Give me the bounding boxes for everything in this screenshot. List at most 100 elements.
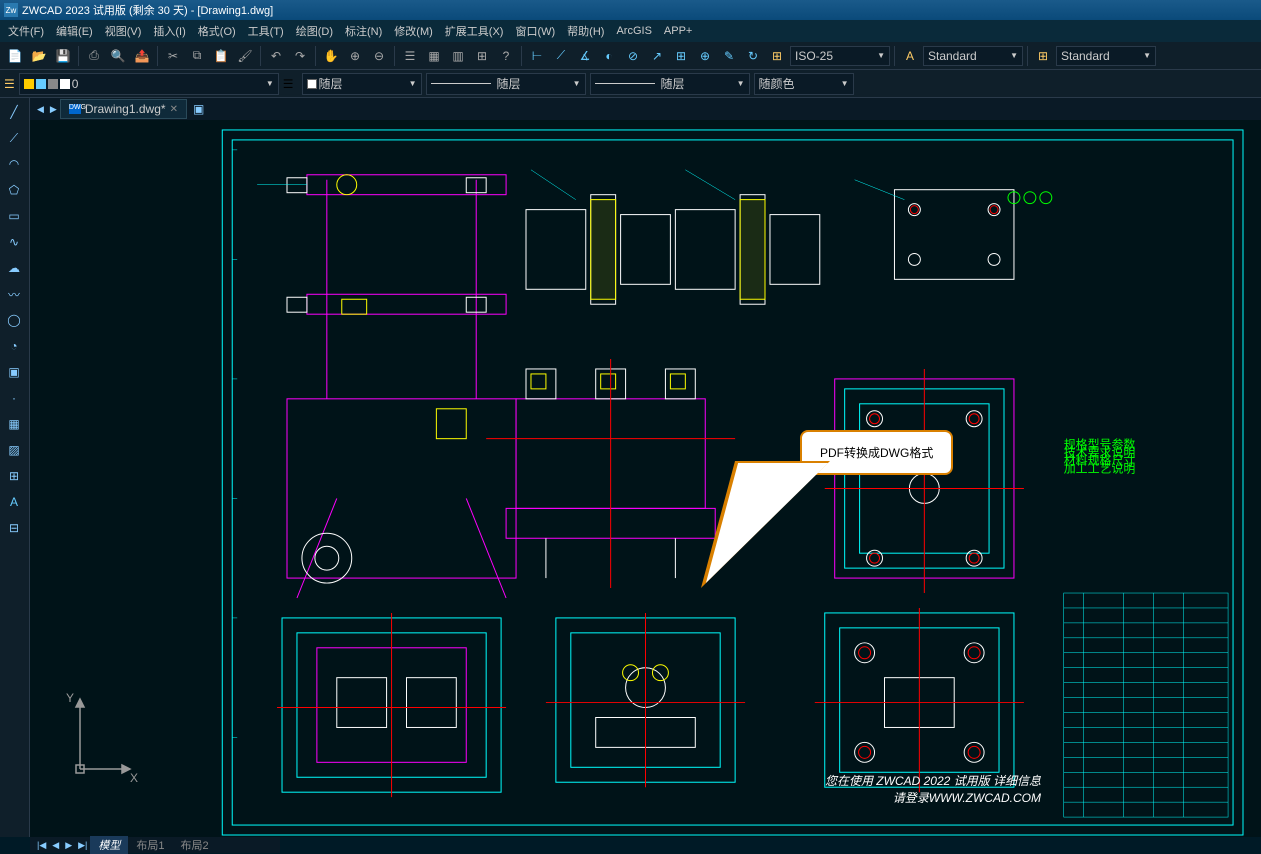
chevron-down-icon: ▼ — [877, 51, 885, 60]
menu-insert[interactable]: 插入(I) — [147, 21, 191, 41]
polygon-tool[interactable]: ⬠ — [2, 178, 26, 202]
tablestyle-combo[interactable]: Standard▼ — [1056, 46, 1156, 66]
layout2-tab[interactable]: 布局2 — [173, 836, 217, 854]
menu-help[interactable]: 帮助(H) — [561, 21, 610, 41]
drawing-area[interactable]: ◀ ▶ DWG Drawing1.dwg* ✕ ▣ — [30, 98, 1261, 837]
plotstyle-combo[interactable]: 随颜色 ▼ — [754, 73, 854, 95]
app-icon: Zw — [4, 3, 18, 17]
tablestyle-icon[interactable]: ⊞ — [1032, 45, 1054, 67]
line-tool[interactable]: ╱ — [2, 100, 26, 124]
layout-last-button[interactable]: ▶| — [75, 840, 90, 851]
dim-style-icon[interactable]: ⊞ — [766, 45, 788, 67]
revcloud-tool[interactable]: ☁ — [2, 256, 26, 280]
undo-button[interactable]: ↶ — [265, 45, 287, 67]
close-icon[interactable]: ✕ — [170, 104, 178, 115]
layer-prev-button[interactable]: ☰ — [283, 77, 294, 91]
arc-tool[interactable]: ◠ — [2, 152, 26, 176]
menu-window[interactable]: 窗口(W) — [509, 21, 561, 41]
layout-prev-button[interactable]: ◀ — [49, 840, 62, 851]
properties-button[interactable]: ☰ — [399, 45, 421, 67]
lineweight-combo[interactable]: 随层 ▼ — [590, 73, 750, 95]
layout1-tab[interactable]: 布局1 — [128, 836, 172, 854]
lineweight-value: 随层 — [661, 75, 685, 92]
dim-angular-icon[interactable]: ∡ — [574, 45, 596, 67]
polyline-tool[interactable]: ⟋ — [2, 126, 26, 150]
dim-edit-icon[interactable]: ✎ — [718, 45, 740, 67]
menu-view[interactable]: 视图(V) — [99, 21, 148, 41]
separator — [315, 46, 316, 66]
model-tab[interactable]: 模型 — [90, 836, 128, 854]
new-button[interactable]: 📄 — [4, 45, 26, 67]
chevron-down-icon: ▼ — [266, 79, 274, 88]
dim-update-icon[interactable]: ↻ — [742, 45, 764, 67]
menu-app[interactable]: APP+ — [658, 23, 698, 39]
separator — [894, 46, 895, 66]
layout-first-button[interactable]: |◀ — [34, 840, 49, 851]
point-tool[interactable]: · — [2, 386, 26, 410]
layout-next-button[interactable]: ▶ — [62, 840, 75, 851]
menu-tools[interactable]: 工具(T) — [242, 21, 290, 41]
preview-button[interactable]: 🔍 — [107, 45, 129, 67]
block-tool[interactable]: ▣ — [2, 360, 26, 384]
drawing-tab[interactable]: DWG Drawing1.dwg* ✕ — [60, 99, 187, 119]
dimstyle-combo[interactable]: ISO-25▼ — [790, 46, 890, 66]
calc-button[interactable]: ⊞ — [471, 45, 493, 67]
canvas[interactable]: 规格型号参数技术要求说明材料规格尺寸加工工艺说明 — [30, 120, 1261, 837]
table-tool[interactable]: ⊞ — [2, 464, 26, 488]
text-tool[interactable]: A — [2, 490, 26, 514]
redo-button[interactable]: ↷ — [289, 45, 311, 67]
design-center-button[interactable]: ▦ — [423, 45, 445, 67]
spline2-tool[interactable]: 〰 — [2, 282, 26, 306]
menu-file[interactable]: 文件(F) — [2, 21, 50, 41]
zoom-button[interactable]: ⊕ — [344, 45, 366, 67]
hatch-tool[interactable]: ▦ — [2, 412, 26, 436]
dim-leader-icon[interactable]: ↗ — [646, 45, 668, 67]
textstyle-combo[interactable]: Standard▼ — [923, 46, 1023, 66]
save-button[interactable]: 💾 — [52, 45, 74, 67]
rectangle-tool[interactable]: ▭ — [2, 204, 26, 228]
print-button[interactable]: ⎙ — [83, 45, 105, 67]
separator — [394, 46, 395, 66]
watermark-line2: 请登录WWW.ZWCAD.COM — [825, 790, 1041, 807]
copy-button[interactable]: ⧉ — [186, 45, 208, 67]
new-tab-button[interactable]: ▣ — [187, 102, 210, 116]
menu-arcgis[interactable]: ArcGIS — [610, 23, 657, 39]
paste-button[interactable]: 📋 — [210, 45, 232, 67]
freeze-icon — [36, 79, 46, 89]
spline-tool[interactable]: ∿ — [2, 230, 26, 254]
dim-tolerance-icon[interactable]: ⊞ — [670, 45, 692, 67]
layer-name: 0 — [72, 77, 79, 91]
dim-diameter-icon[interactable]: ⊘ — [622, 45, 644, 67]
dim-radius-icon[interactable]: ◐ — [598, 45, 620, 67]
match-button[interactable]: 🖌 — [234, 45, 256, 67]
mtext-tool[interactable]: ⊟ — [2, 516, 26, 540]
publish-button[interactable]: 📤 — [131, 45, 153, 67]
layout-tabs: |◀ ◀ ▶ ▶| 模型 布局1 布局2 — [30, 837, 280, 853]
tab-prev-button[interactable]: ◀ — [34, 104, 47, 115]
dim-linear-icon[interactable]: ⊢ — [526, 45, 548, 67]
pan-button[interactable]: ✋ — [320, 45, 342, 67]
help-button[interactable]: ? — [495, 45, 517, 67]
menu-dimension[interactable]: 标注(N) — [339, 21, 388, 41]
color-combo[interactable]: 随层 ▼ — [302, 73, 422, 95]
zoom-prev-button[interactable]: ⊖ — [368, 45, 390, 67]
dim-aligned-icon[interactable]: ⟋ — [550, 45, 572, 67]
menu-format[interactable]: 格式(O) — [192, 21, 242, 41]
region-tool[interactable]: ▨ — [2, 438, 26, 462]
dim-center-icon[interactable]: ⊕ — [694, 45, 716, 67]
layer-combo[interactable]: 0 ▼ — [19, 73, 279, 95]
menu-express[interactable]: 扩展工具(X) — [439, 21, 510, 41]
tab-next-button[interactable]: ▶ — [47, 104, 60, 115]
ellipse-tool[interactable]: ◯ — [2, 308, 26, 332]
cut-button[interactable]: ✂ — [162, 45, 184, 67]
ellipse-arc-tool[interactable]: ◔ — [2, 334, 26, 358]
menu-draw[interactable]: 绘图(D) — [290, 21, 339, 41]
tool-palettes-button[interactable]: ▥ — [447, 45, 469, 67]
menu-modify[interactable]: 修改(M) — [388, 21, 439, 41]
menu-edit[interactable]: 编辑(E) — [50, 21, 99, 41]
linetype-combo[interactable]: 随层 ▼ — [426, 73, 586, 95]
layer-manager-button[interactable]: ☰ — [4, 77, 15, 91]
textstyle-icon[interactable]: A — [899, 45, 921, 67]
open-button[interactable]: 📂 — [28, 45, 50, 67]
callout-text: PDF转换成DWG格式 — [820, 446, 933, 460]
